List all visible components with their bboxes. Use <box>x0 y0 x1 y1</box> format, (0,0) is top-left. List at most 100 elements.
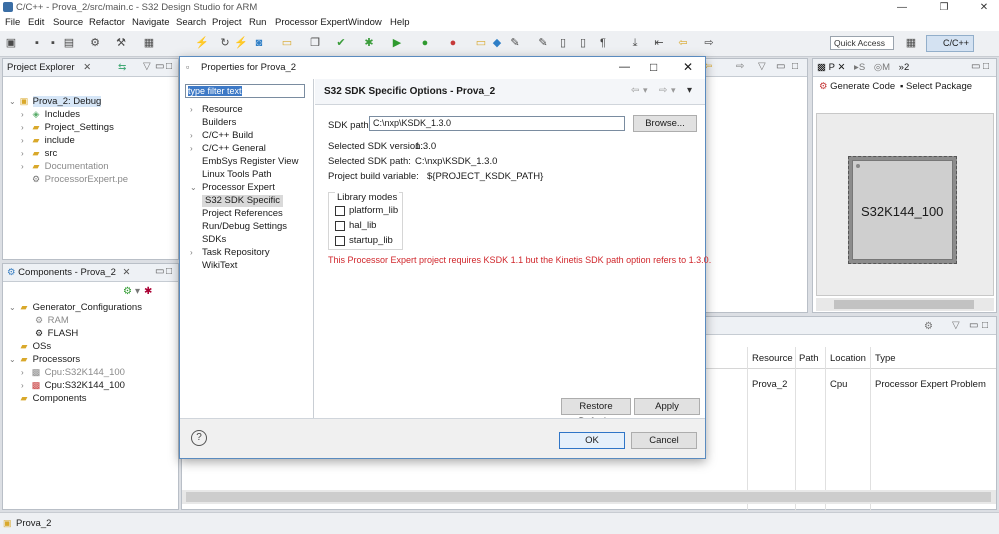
comp-item-oss[interactable]: ▰ OSs <box>18 340 52 353</box>
startup-lib-checkbox[interactable] <box>335 236 345 246</box>
view-menu-icon[interactable]: ▽ <box>143 61 151 72</box>
back-dropdown-icon[interactable]: ▾ <box>643 85 648 96</box>
browse-button[interactable]: Browse... <box>633 115 697 132</box>
forward-icon[interactable]: ⇨ <box>702 36 716 50</box>
page-menu-icon[interactable]: ▾ <box>687 85 692 96</box>
close-tab-icon[interactable]: ✕ <box>837 62 845 73</box>
tab-overflow[interactable]: »2 <box>899 62 910 73</box>
platform-lib-checkbox[interactable] <box>335 206 345 216</box>
comp-item-cpu-active[interactable]: › ▩ Cpu:S32K144_100 <box>21 379 125 392</box>
column-path[interactable]: Path <box>799 353 819 364</box>
menu-search[interactable]: Search <box>176 17 206 28</box>
copy-icon[interactable]: ❐ <box>308 36 322 50</box>
components-tab[interactable]: ⚙ Components - Prova_2 ✕ <box>3 264 178 282</box>
menu-file[interactable]: File <box>5 17 20 28</box>
save-all-icon[interactable]: ▪ <box>46 36 60 50</box>
tree-item-project-settings[interactable]: › ▰ Project_Settings <box>21 121 114 134</box>
nav-task-repository[interactable]: › Task Repository <box>190 247 270 259</box>
ok-button[interactable]: OK <box>559 432 625 449</box>
nav-builders[interactable]: Builders <box>190 117 236 129</box>
minimize-view-icon[interactable]: ▭ <box>155 266 164 277</box>
tree-item-documentation[interactable]: › ▰ Documentation <box>21 160 109 173</box>
back-icon[interactable]: ⇦ <box>631 85 639 96</box>
comp-item-ram[interactable]: ⚙ RAM <box>33 314 69 327</box>
view-menu-icon[interactable]: ▽ <box>952 320 960 331</box>
quick-access-input[interactable]: Quick Access <box>830 36 894 50</box>
restore-button[interactable]: ❐ <box>930 0 958 16</box>
nav-embsys-register-view[interactable]: EmbSys Register View <box>190 156 298 168</box>
pencil-icon[interactable]: ✎ <box>536 36 550 50</box>
filter-icon[interactable]: ▾ <box>135 286 140 297</box>
menu-source[interactable]: Source <box>53 17 83 28</box>
scrollbar-thumb[interactable] <box>834 300 974 309</box>
block-icon[interactable]: ▯ <box>576 36 590 50</box>
expand-icon[interactable]: ⌄ <box>9 96 18 108</box>
nav-run-debug-settings[interactable]: Run/Debug Settings <box>190 221 287 233</box>
dialog-minimize-button[interactable]: — <box>619 61 630 73</box>
view-menu-icon[interactable]: ▽ <box>758 61 766 72</box>
column-location[interactable]: Location <box>830 353 866 364</box>
generate-icon[interactable]: ✱ <box>144 286 152 297</box>
tab-m[interactable]: ◎M <box>874 62 890 73</box>
scrollbar-thumb[interactable] <box>186 492 991 502</box>
close-tab-icon[interactable]: ✕ <box>83 62 91 73</box>
minimize-view-icon[interactable]: ▭ <box>155 61 164 72</box>
column-resource[interactable]: Resource <box>752 353 793 364</box>
camera-icon[interactable]: ◙ <box>252 36 266 50</box>
menu-refactor[interactable]: Refactor <box>89 17 125 28</box>
horizontal-scrollbar[interactable] <box>816 298 994 311</box>
apply-button[interactable]: Apply <box>634 398 700 415</box>
tree-item-src[interactable]: › ▰ src <box>21 147 57 160</box>
maximize-view-icon[interactable]: □ <box>792 61 798 72</box>
tree-item-project[interactable]: ⌄ ▣ Prova_2: Debug <box>9 95 102 108</box>
comp-item-generator-configurations[interactable]: ⌄ ▰ Generator_Configurations <box>9 301 142 314</box>
nav-resource[interactable]: › Resource <box>190 104 243 116</box>
bug-icon[interactable]: ✱ <box>362 36 376 50</box>
build-icon[interactable]: ⚒ <box>114 36 128 50</box>
flash-icon[interactable]: ⚡ <box>234 36 248 50</box>
comp-item-cpu-inactive[interactable]: › ▩ Cpu:S32K144_100 <box>21 366 125 379</box>
back-icon[interactable]: ⇦ <box>676 36 690 50</box>
restore-defaults-button[interactable]: Restore Defaults <box>561 398 631 427</box>
maximize-view-icon[interactable]: □ <box>983 61 989 72</box>
print-icon[interactable]: ▤ <box>62 36 76 50</box>
run-config-icon[interactable]: ● <box>418 36 432 50</box>
next-annotation-icon[interactable]: ⤓ <box>628 36 642 50</box>
menu-window[interactable]: Window <box>348 17 382 28</box>
nav-s32-sdk-specific[interactable]: S32 SDK Specific <box>202 195 283 207</box>
menu-navigate[interactable]: Navigate <box>132 17 170 28</box>
nav-sdks[interactable]: SDKs <box>190 234 226 246</box>
forward-dropdown-icon[interactable]: ▾ <box>671 85 676 96</box>
settings-icon[interactable]: ⚙ <box>88 36 102 50</box>
project-explorer-tab[interactable]: Project Explorer ✕ <box>3 59 178 77</box>
comp-item-flash[interactable]: ⚙ FLASH <box>33 327 78 340</box>
nav-cpp-general[interactable]: › C/C++ General <box>190 143 266 155</box>
tree-item-includes[interactable]: › ◈ Includes <box>21 108 80 121</box>
check-icon[interactable]: ✔ <box>334 36 348 50</box>
run-icon[interactable]: ▶ <box>390 36 404 50</box>
help-icon[interactable]: ? <box>191 430 207 446</box>
maximize-view-icon[interactable]: □ <box>166 266 172 277</box>
minimize-button[interactable]: — <box>888 0 916 16</box>
link-editor-icon[interactable]: ⇆ <box>118 62 126 73</box>
save-icon[interactable]: ▪ <box>30 36 44 50</box>
select-package-button[interactable]: ▪ Select Package <box>900 81 972 92</box>
dialog-close-button[interactable]: ✕ <box>683 60 693 74</box>
menu-edit[interactable]: Edit <box>28 17 44 28</box>
add-component-icon[interactable]: ⚙ <box>123 286 132 297</box>
tab-s[interactable]: ▸S <box>854 62 865 73</box>
comp-item-components[interactable]: ▰ Components <box>18 392 87 405</box>
maximize-view-icon[interactable]: □ <box>982 320 988 331</box>
open-type-icon[interactable]: ◆ <box>490 36 504 50</box>
refresh-icon[interactable]: ↻ <box>218 36 232 50</box>
chip-package[interactable]: S32K144_100 <box>852 160 953 260</box>
forward-icon[interactable]: ⇨ <box>659 85 667 96</box>
cancel-button[interactable]: Cancel <box>631 432 697 449</box>
nav-wikitext[interactable]: WikiText <box>190 260 237 272</box>
nav-processor-expert[interactable]: ⌄ Processor Expert <box>190 182 275 194</box>
tab-processor[interactable]: ▩ P ✕ <box>817 62 845 73</box>
external-tools-icon[interactable]: ● <box>446 36 460 50</box>
sdk-path-input[interactable]: C:\nxp\KSDK_1.3.0 <box>369 116 625 131</box>
nav-cpp-build[interactable]: › C/C++ Build <box>190 130 253 142</box>
prev-edit-icon[interactable]: ⇤ <box>652 36 666 50</box>
